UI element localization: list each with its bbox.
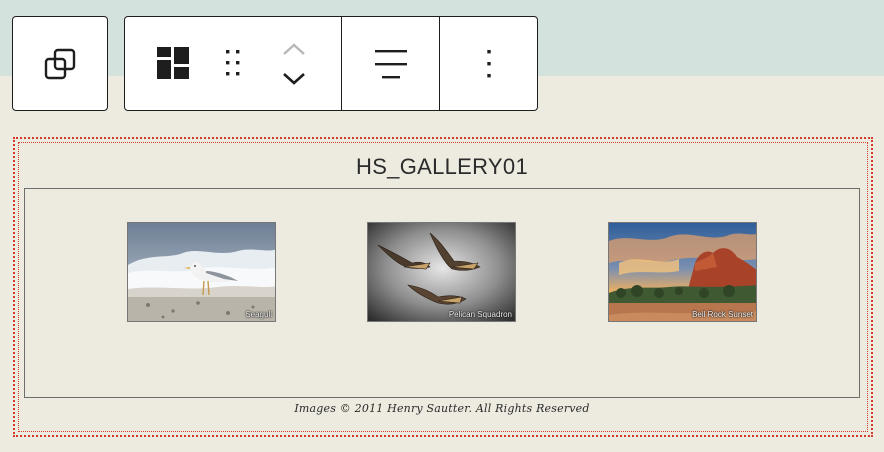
thumbnail-caption: Seagull xyxy=(245,310,272,319)
block-toolbar xyxy=(124,16,538,111)
block-toolbar-group-main xyxy=(125,17,341,110)
gallery-title: HS_GALLERY01 xyxy=(356,154,528,179)
chevron-down-icon xyxy=(281,72,307,86)
drag-handle-icon xyxy=(223,46,243,80)
block-toolbar-group-more xyxy=(439,17,537,110)
align-button[interactable] xyxy=(342,17,439,110)
chevron-up-icon xyxy=(281,42,307,56)
move-up-button[interactable] xyxy=(271,37,317,61)
block-toolbar-group-align xyxy=(341,17,439,110)
align-center-icon xyxy=(373,47,409,81)
transform-duplicate-icon xyxy=(43,47,77,81)
gallery-thumbnail-bell-rock[interactable]: Bell Rock Sunset xyxy=(608,222,757,322)
transform-button[interactable] xyxy=(13,17,107,110)
move-down-button[interactable] xyxy=(271,67,317,91)
block-transform-toolbar xyxy=(12,16,108,111)
block-type-button[interactable] xyxy=(145,37,201,89)
gallery-copyright: Images © 2011 Henry Sautter. All Rights … xyxy=(294,402,590,415)
thumbnail-caption: Pelican Squadron xyxy=(448,310,512,319)
gallery-thumbnail-seagull[interactable]: Seagull xyxy=(127,222,276,322)
gallery-thumbnail-pelicans[interactable]: Pelican Squadron xyxy=(367,222,516,322)
gallery-block-icon xyxy=(156,46,190,80)
more-vertical-icon xyxy=(485,47,493,81)
more-options-button[interactable] xyxy=(440,17,537,110)
thumbnail-caption: Bell Rock Sunset xyxy=(692,310,753,319)
drag-handle-button[interactable] xyxy=(211,37,255,89)
